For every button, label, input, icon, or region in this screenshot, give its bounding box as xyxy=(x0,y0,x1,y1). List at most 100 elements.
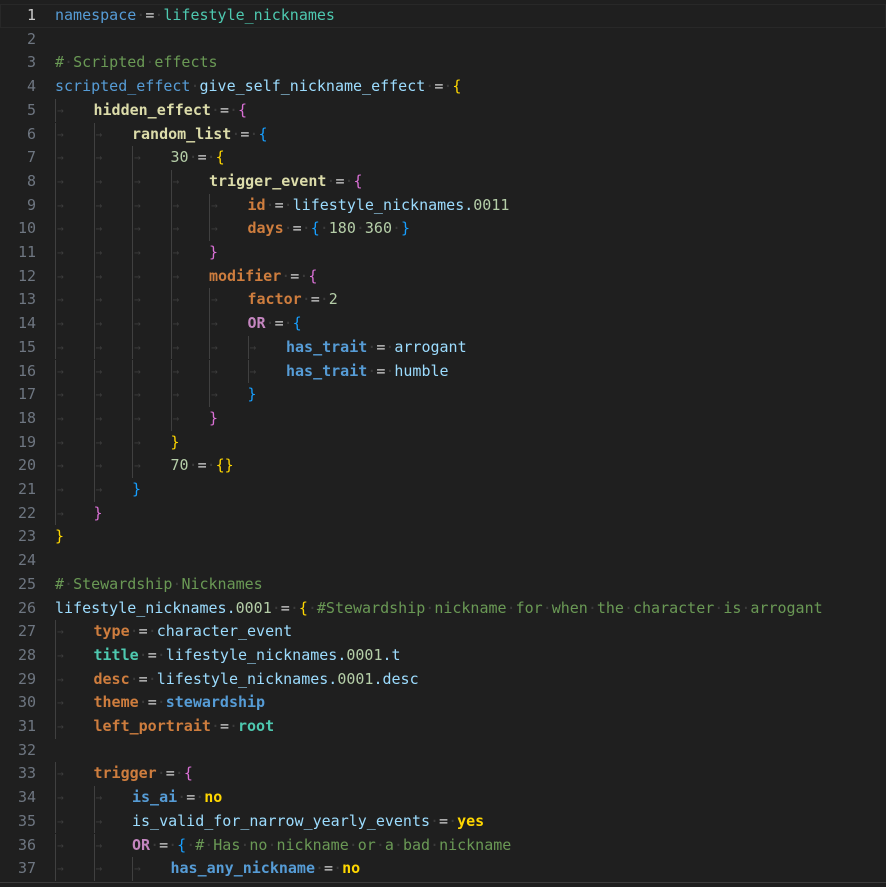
tab-whitespace-icon: → xyxy=(172,198,180,212)
code-text: type·=·character_event xyxy=(94,620,293,644)
code-line[interactable]: 2 xyxy=(0,28,886,52)
code-token: ·=· xyxy=(129,622,157,641)
code-token: · xyxy=(392,219,402,238)
code-line[interactable]: 13 → → → → → factor·=·2 xyxy=(0,288,886,313)
code-token: 0001 xyxy=(337,669,374,688)
code-editor[interactable]: 1 namespace·=·lifestyle_nicknames 2 3 #·Scri… xyxy=(0,0,886,882)
indent-guide xyxy=(93,312,95,336)
code-line[interactable]: 20 → → → 70·=·{} xyxy=(0,454,886,478)
indent-guide xyxy=(93,430,95,455)
code-line[interactable]: 34 → → is_ai·=·no xyxy=(0,786,886,810)
code-line[interactable]: 11 → → → →} xyxy=(0,241,886,265)
code-line[interactable]: 4 scripted_effect·give_self_nickname_effe… xyxy=(0,75,886,99)
code-line[interactable]: 24 xyxy=(0,549,886,573)
indent-guide xyxy=(93,146,95,170)
code-line[interactable]: 30 → theme·=·stewardship xyxy=(0,691,886,715)
code-line[interactable]: 14 → → → → → OR·=·{ xyxy=(0,312,886,336)
code-token: character_event xyxy=(156,622,293,641)
indent-guide xyxy=(93,478,95,502)
code-line[interactable]: 6 → → random_list·=·{ xyxy=(0,122,886,147)
code-line[interactable]: 7 → → → 30·=·{ xyxy=(0,146,886,170)
tab-whitespace-icon: → xyxy=(57,672,64,686)
code-token: { xyxy=(183,764,193,783)
code-line[interactable]: 15 → → → → → → has_trait·=·arrogant xyxy=(0,335,886,360)
code-line[interactable]: 23} xyxy=(0,525,886,549)
code-text: theme·=·stewardship xyxy=(94,691,266,715)
code-text: trigger·=·{ xyxy=(94,762,193,786)
line-number: 5 xyxy=(26,100,36,119)
code-line[interactable]: 28 → title·=·lifestyle_nicknames.0001.t xyxy=(0,643,886,668)
code-line[interactable]: 18 → → → →} xyxy=(0,406,886,431)
indent-guide xyxy=(132,454,133,478)
code-line[interactable]: 5 → hidden_effect·=·{ xyxy=(0,98,886,123)
code-line[interactable]: 17 → → → → →} xyxy=(0,383,886,407)
code-token: ·=· xyxy=(315,859,343,878)
code-line[interactable]: 33 → trigger·=·{ xyxy=(0,762,886,787)
code-token: ·=· xyxy=(177,788,205,807)
line-number: 36 xyxy=(17,835,36,854)
horizontal-scrollbar[interactable] xyxy=(0,882,886,887)
code-line[interactable]: 26 lifestyle_nicknames.0001·=·{·#Stewards… xyxy=(0,597,886,621)
code-line[interactable]: 35 → → is_valid_for_narrow_yearly_events·=·… xyxy=(0,809,886,834)
code-line[interactable]: 8 → → → → trigger_event·=·{ xyxy=(0,169,886,194)
tab-whitespace-icon: → xyxy=(95,174,103,188)
tab-whitespace-icon: → xyxy=(57,483,64,496)
indent-guide xyxy=(132,217,133,241)
code-token: } xyxy=(93,503,103,522)
code-line[interactable]: 37 → → → has_any_nickname·=·no xyxy=(0,857,886,881)
code-line[interactable]: 12 → → → → modifier·=·{ xyxy=(0,264,886,289)
code-token: ·=· xyxy=(129,669,157,688)
indent-guide xyxy=(209,312,210,336)
code-line[interactable]: 16 → → → → → → has_trait·=·humble xyxy=(0,359,886,384)
line-number: 23 xyxy=(17,527,36,546)
line-number: 3 xyxy=(26,53,36,72)
indent-guide xyxy=(132,430,133,455)
code-text: 30·=·{ xyxy=(171,146,225,170)
code-line[interactable]: 31 → left_portrait·=·root xyxy=(0,715,886,739)
code-line[interactable]: 29 → desc·=·lifestyle_nicknames.0001.desc xyxy=(0,667,886,692)
tab-whitespace-icon: → xyxy=(95,435,103,449)
indent-guide xyxy=(55,312,56,336)
code-line[interactable]: 25 #·Stewardship·Nicknames xyxy=(0,573,886,597)
code-line[interactable]: 10 → → → → → days·=·{·180·360·} xyxy=(0,217,886,241)
code-line[interactable]: 9 → → → → → id·=·lifestyle_nicknames.0011 xyxy=(0,193,886,218)
code-token: · xyxy=(355,219,365,238)
code-line[interactable]: 3 #·Scripted·effects xyxy=(0,51,886,75)
code-text: title·=·lifestyle_nicknames.0001.t xyxy=(94,644,401,668)
code-line[interactable]: 22 →} xyxy=(0,501,886,526)
indent-guide xyxy=(93,857,95,881)
code-line[interactable]: 32 xyxy=(0,739,886,763)
code-token: ·=· xyxy=(188,148,216,167)
line-number: 30 xyxy=(17,693,36,712)
indent-guide xyxy=(132,146,133,170)
indent-guide xyxy=(55,501,56,526)
tab-whitespace-icon: → xyxy=(57,862,64,876)
code-line[interactable]: 19 → → →} xyxy=(0,430,886,455)
indent-guide xyxy=(170,335,172,360)
tab-whitespace-icon: → xyxy=(211,317,218,331)
code-line[interactable]: 1 namespace·=·lifestyle_nicknames xyxy=(0,4,886,28)
code-line[interactable]: 27 → type·=·character_event xyxy=(0,620,886,644)
indent-guide xyxy=(93,193,95,218)
tab-whitespace-icon: → xyxy=(95,364,103,378)
code-line[interactable]: 36 → → OR·=·{·#·Has·no·nickname·or·a·bad·ni… xyxy=(0,833,886,858)
tab-whitespace-icon: → xyxy=(57,127,64,141)
code-token: lifestyle_nicknames. xyxy=(165,645,347,664)
tab-whitespace-icon: → xyxy=(172,388,180,402)
indent-guide xyxy=(170,193,172,218)
indent-guide xyxy=(55,691,56,715)
tab-whitespace-icon: → xyxy=(134,246,141,259)
code-token: } xyxy=(55,527,65,546)
indent-guide xyxy=(93,122,95,147)
code-text: has_trait·=·humble xyxy=(286,360,449,384)
indent-guide xyxy=(55,146,56,170)
code-line[interactable]: 21 → →} xyxy=(0,478,886,502)
code-token: 0011 xyxy=(473,195,510,214)
code-text: scripted_effect·give_self_nickname_effec… xyxy=(55,75,461,99)
tab-whitespace-icon: → xyxy=(95,317,103,331)
line-number: 22 xyxy=(17,503,36,522)
code-token: trigger xyxy=(93,764,157,783)
tab-whitespace-icon: → xyxy=(57,246,64,259)
tab-whitespace-icon: → xyxy=(134,340,141,354)
line-number: 26 xyxy=(17,598,36,617)
